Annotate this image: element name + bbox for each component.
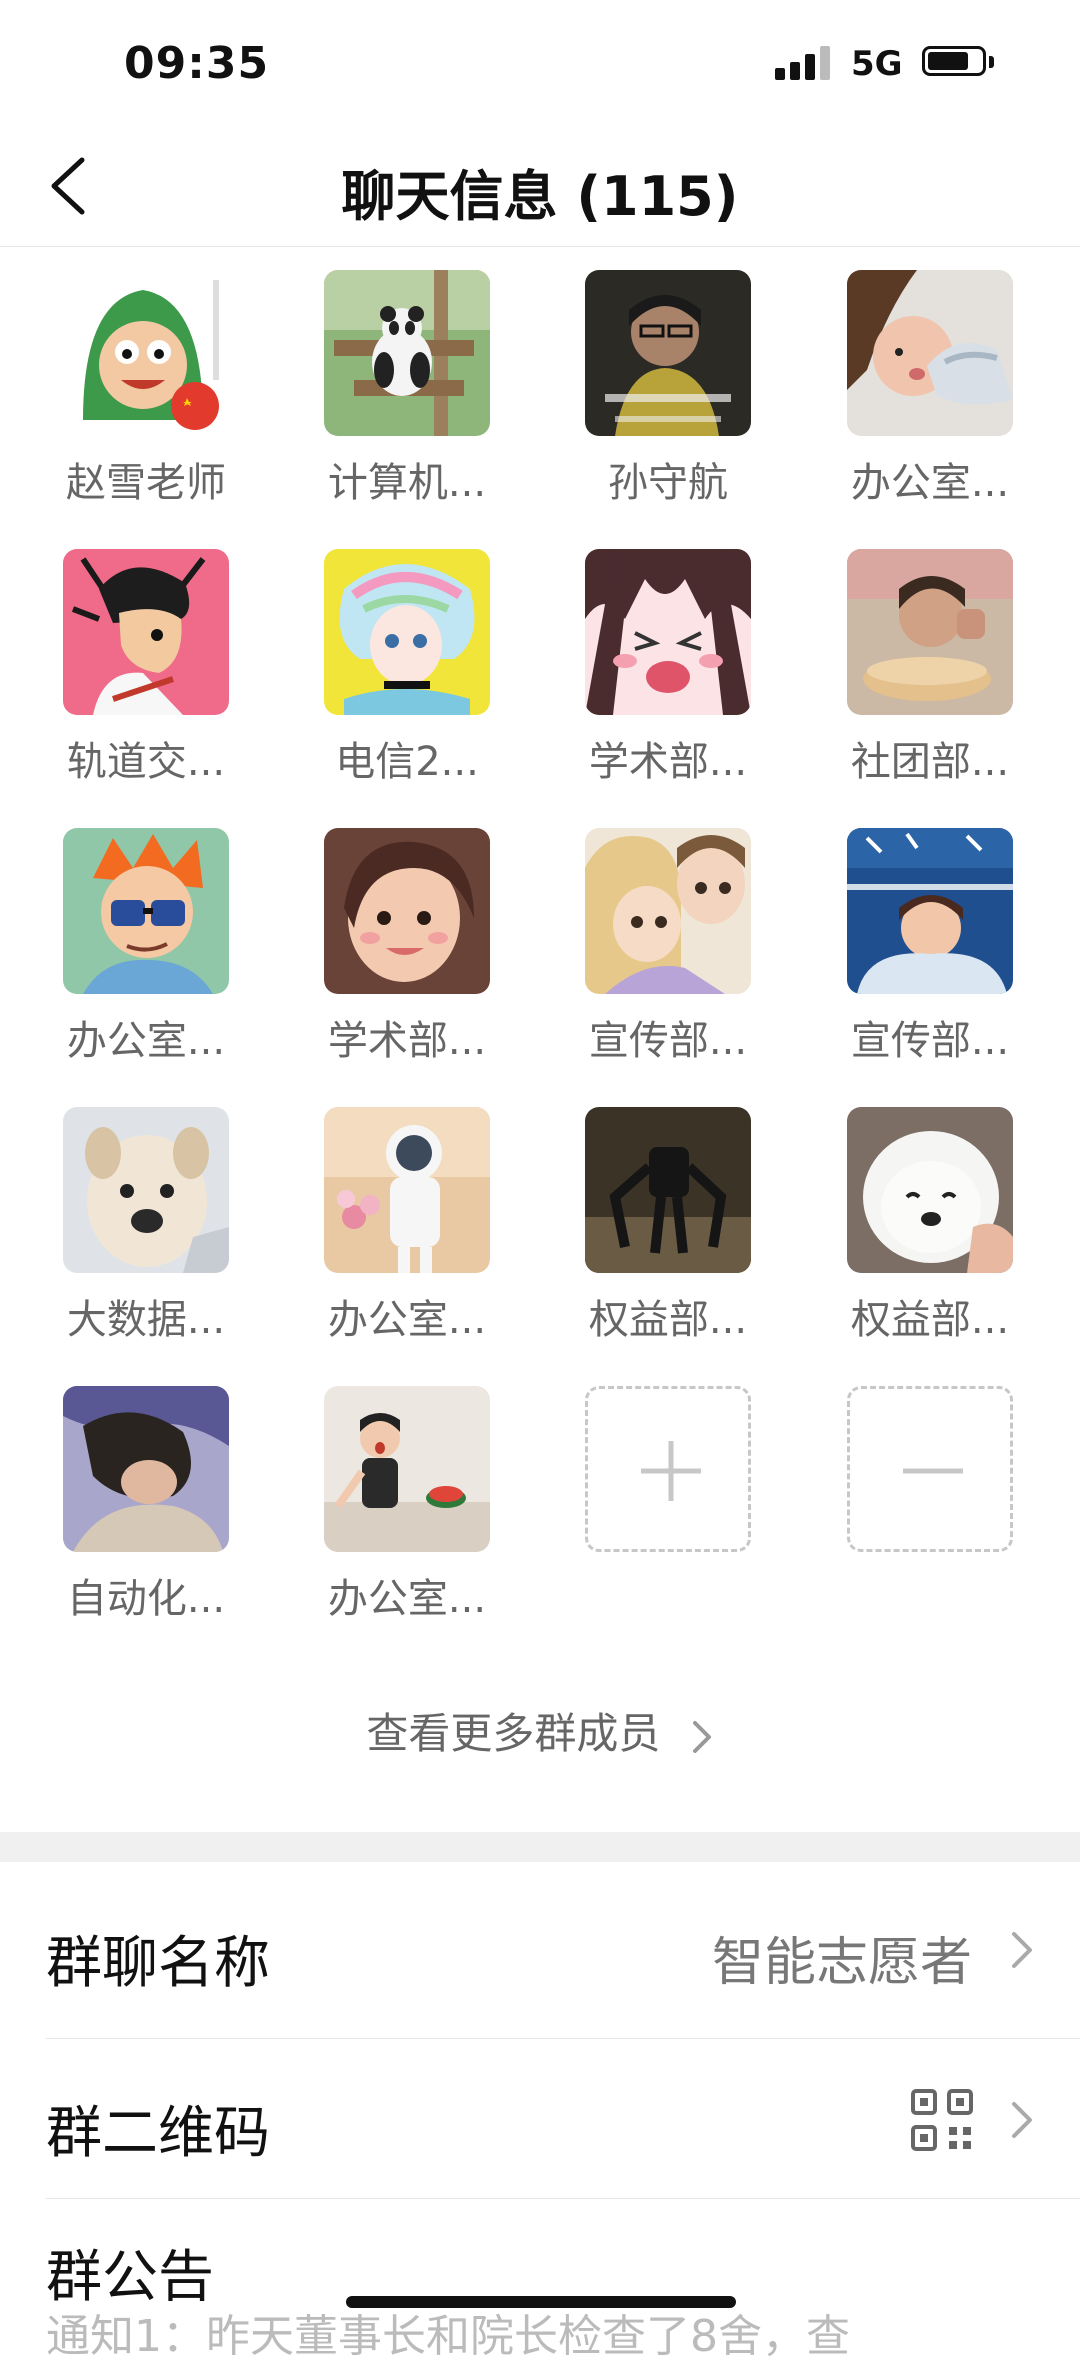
member-name: 大数据...	[66, 1297, 226, 1343]
plus-icon[interactable]	[585, 1386, 751, 1552]
avatar	[63, 1107, 229, 1273]
member-item[interactable]: 自动化...	[36, 1386, 256, 1624]
avatar	[324, 1107, 490, 1273]
member-name: 办公室...	[327, 1297, 487, 1343]
avatar	[63, 270, 229, 436]
member-name: 宣传部...	[850, 1018, 1010, 1064]
avatar	[847, 1107, 1013, 1273]
status-time: 09:35	[124, 38, 270, 89]
member-name: 电信2...	[335, 739, 479, 785]
chevron-right-icon	[1012, 1932, 1032, 1968]
member-name: 孙守航	[608, 460, 728, 506]
view-more-label: 查看更多群成员	[366, 1709, 661, 1758]
avatar	[63, 1386, 229, 1552]
group-name-row[interactable]: 群聊名称 智能志愿者	[46, 1870, 1080, 2040]
avatar	[324, 828, 490, 994]
avatar	[324, 270, 490, 436]
member-item[interactable]: 轨道交...	[36, 549, 256, 787]
member-item[interactable]: 电信2...	[297, 549, 517, 787]
announcement-preview: 通知1：昨天董事长和院长检查了8舍，查	[46, 2311, 850, 2362]
network-type: 5G	[851, 44, 903, 84]
member-name: 宣传部...	[588, 1018, 748, 1064]
avatar	[585, 1107, 751, 1273]
view-more-members-link[interactable]: 查看更多群成员	[0, 1700, 1080, 1761]
avatar	[585, 549, 751, 715]
avatar	[847, 270, 1013, 436]
nav-bar: 聊天信息 (115)	[0, 130, 1080, 247]
avatar	[63, 549, 229, 715]
avatar	[847, 828, 1013, 994]
group-qr-row[interactable]: 群二维码	[46, 2040, 1080, 2210]
member-name: 权益部...	[850, 1297, 1010, 1343]
chevron-right-icon	[692, 1720, 711, 1753]
member-name: 办公室...	[327, 1576, 487, 1622]
member-item[interactable]: 权益部...	[558, 1107, 778, 1345]
member-item[interactable]: 赵雪老师	[36, 270, 256, 508]
member-name: 学术部...	[588, 739, 748, 785]
member-item[interactable]: 计算机...	[297, 270, 517, 508]
avatar	[585, 270, 751, 436]
section-divider	[0, 1832, 1080, 1862]
status-bar: 09:35 5G	[0, 0, 1080, 130]
remove-member-button[interactable]	[820, 1386, 1040, 1552]
member-name: 自动化...	[66, 1576, 226, 1622]
battery-icon	[922, 46, 996, 78]
avatar	[324, 549, 490, 715]
member-item[interactable]: 学术部...	[558, 549, 778, 787]
member-item[interactable]: 办公室...	[297, 1107, 517, 1345]
member-item[interactable]: 大数据...	[36, 1107, 256, 1345]
add-member-button[interactable]	[558, 1386, 778, 1552]
member-name: 计算机...	[327, 460, 487, 506]
avatar	[324, 1386, 490, 1552]
page-title: 聊天信息 (115)	[341, 165, 739, 228]
member-name: 轨道交...	[66, 739, 226, 785]
member-name: 权益部...	[588, 1297, 748, 1343]
minus-icon[interactable]	[847, 1386, 1013, 1552]
signal-icon	[775, 44, 835, 80]
qr-code-icon	[911, 2089, 973, 2151]
member-item[interactable]: 权益部...	[820, 1107, 1040, 1345]
member-item[interactable]: 办公室...	[36, 828, 256, 1066]
home-indicator	[346, 2296, 736, 2308]
group-qr-label: 群二维码	[46, 2101, 270, 2166]
member-name: 赵雪老师	[66, 460, 226, 506]
member-item[interactable]: 办公室...	[297, 1386, 517, 1624]
member-item[interactable]: 孙守航	[558, 270, 778, 508]
member-item[interactable]: 办公室...	[820, 270, 1040, 508]
row-divider	[46, 2198, 1080, 2199]
member-item[interactable]: 宣传部...	[558, 828, 778, 1066]
avatar	[585, 828, 751, 994]
member-name: 社团部...	[850, 739, 1010, 785]
group-name-label: 群聊名称	[46, 1931, 270, 1996]
chevron-right-icon	[1012, 2102, 1032, 2138]
group-name-value: 智能志愿者	[711, 1933, 972, 1993]
avatar	[63, 828, 229, 994]
member-item[interactable]: 学术部...	[297, 828, 517, 1066]
row-divider	[46, 2038, 1080, 2039]
member-item[interactable]: 宣传部...	[820, 828, 1040, 1066]
member-name: 办公室...	[66, 1018, 226, 1064]
member-item[interactable]: 社团部...	[820, 549, 1040, 787]
member-name: 学术部...	[327, 1018, 487, 1064]
avatar	[847, 549, 1013, 715]
member-name: 办公室...	[850, 460, 1010, 506]
